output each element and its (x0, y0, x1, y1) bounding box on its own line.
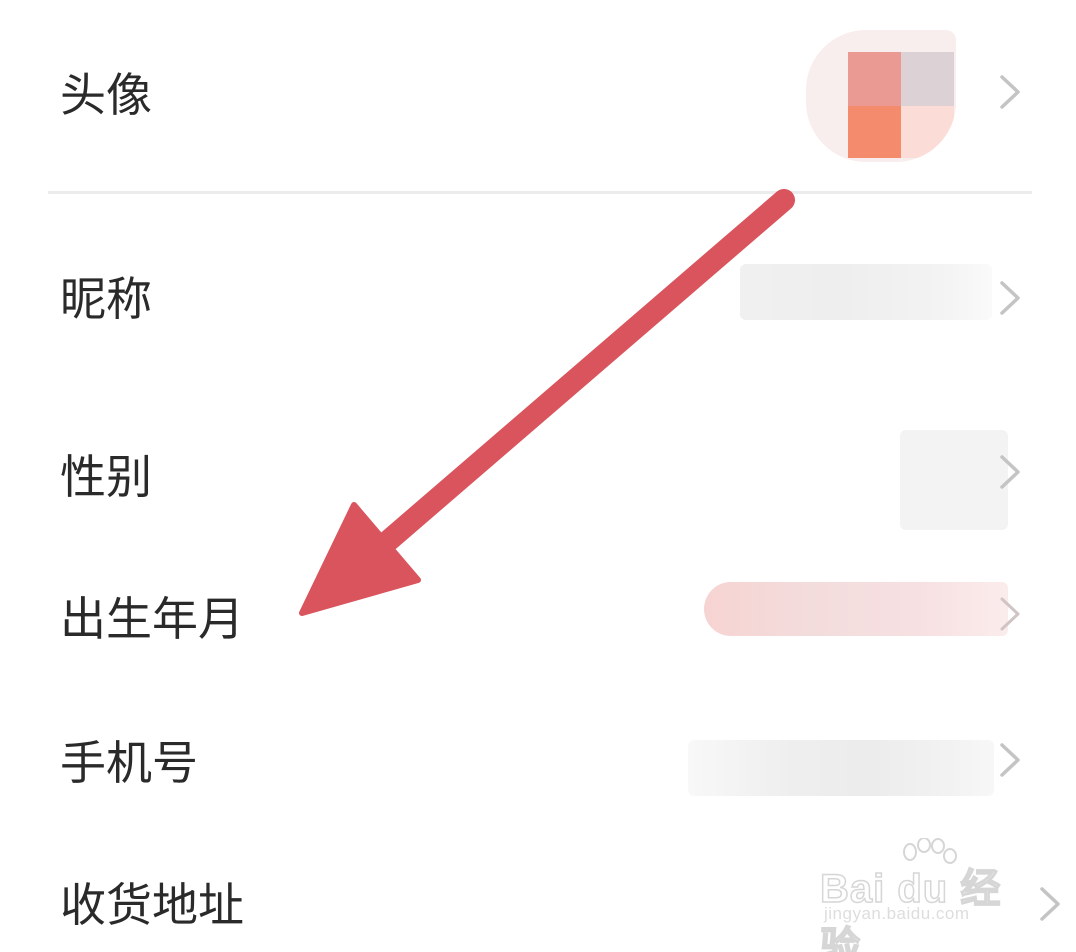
profile-row-nickname[interactable]: 昵称 (0, 194, 1076, 384)
row-label-birthdate: 出生年月 (60, 592, 244, 646)
chevron-right-icon (996, 278, 1026, 318)
row-label-phone: 手机号 (60, 736, 198, 790)
chevron-right-icon (1036, 884, 1066, 924)
profile-row-birthdate[interactable]: 出生年月 (0, 550, 1076, 700)
chevron-right-icon (996, 72, 1026, 112)
profile-row-gender[interactable]: 性别 (0, 400, 1076, 540)
gender-value-blurred (900, 430, 1008, 530)
birthdate-value-blurred (704, 582, 1008, 636)
chevron-right-icon (996, 452, 1026, 492)
profile-row-avatar[interactable]: 头像 (0, 0, 1076, 190)
profile-row-phone[interactable]: 手机号 (0, 700, 1076, 830)
nickname-value-blurred (740, 264, 992, 320)
watermark: Bai du 经验 jingyan.baidu.com (819, 838, 1030, 952)
row-label-address: 收货地址 (60, 878, 244, 932)
phone-value-blurred (688, 740, 994, 796)
row-label-nickname: 昵称 (60, 272, 152, 326)
chevron-right-icon (996, 740, 1026, 780)
chevron-right-icon (996, 594, 1026, 634)
row-label-avatar: 头像 (60, 68, 152, 122)
avatar (806, 30, 956, 162)
watermark-url: jingyan.baidu.com (824, 904, 970, 923)
row-label-gender: 性别 (60, 450, 152, 504)
